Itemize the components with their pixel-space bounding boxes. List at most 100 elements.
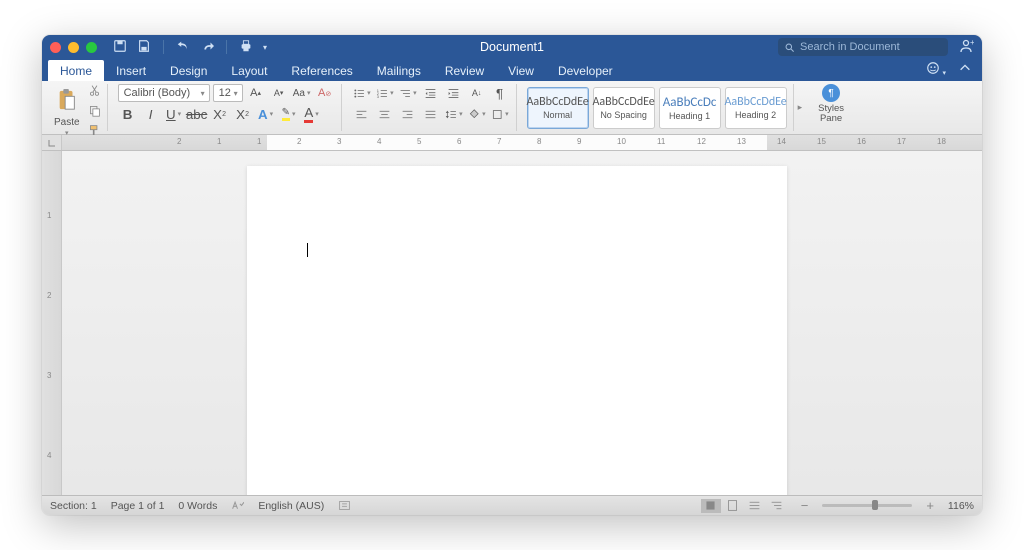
tab-references[interactable]: References — [279, 60, 364, 81]
subscript-button[interactable]: X2 — [210, 105, 230, 123]
paste-icon[interactable] — [56, 87, 78, 116]
clear-formatting-button[interactable]: A⊘ — [315, 84, 335, 102]
spellcheck-icon[interactable] — [231, 499, 244, 512]
word-count[interactable]: 0 Words — [178, 500, 217, 512]
view-buttons — [701, 499, 787, 513]
titlebar: ▾ Document1 Search in Document + — [42, 35, 982, 59]
collapse-ribbon-icon[interactable] — [958, 61, 972, 78]
align-right-button[interactable] — [398, 105, 418, 123]
line-spacing-button[interactable] — [444, 105, 464, 123]
zoom-out-button[interactable]: − — [801, 498, 809, 513]
minimize-window-button[interactable] — [68, 42, 79, 53]
paragraph-group: 123 A↓ ¶ — [346, 84, 517, 131]
ribbon: Paste ▾ Calibri (Body) 12 A▴ A▾ Aa — [42, 81, 982, 135]
search-placeholder: Search in Document — [800, 41, 900, 53]
page[interactable] — [247, 166, 787, 495]
tab-insert[interactable]: Insert — [104, 60, 158, 81]
language-indicator[interactable]: English (AUS) — [258, 500, 324, 512]
justify-button[interactable] — [421, 105, 441, 123]
change-case-button[interactable]: Aa — [292, 84, 312, 102]
font-name-select[interactable]: Calibri (Body) — [118, 84, 210, 102]
tab-review[interactable]: Review — [433, 60, 496, 81]
increase-indent-button[interactable] — [444, 84, 464, 102]
autosave-icon[interactable] — [113, 39, 127, 56]
pilcrow-icon: ¶ — [822, 84, 840, 102]
bullets-button[interactable] — [352, 84, 372, 102]
styles-pane-group: ¶ Styles Pane — [810, 84, 852, 131]
shrink-font-button[interactable]: A▾ — [269, 84, 289, 102]
outline-view-icon[interactable] — [767, 499, 787, 513]
cut-icon[interactable] — [88, 84, 101, 100]
zoom-percentage[interactable]: 116% — [948, 500, 974, 512]
copy-icon[interactable] — [88, 104, 101, 120]
underline-button[interactable]: U — [164, 105, 184, 123]
borders-button[interactable] — [490, 105, 510, 123]
accessibility-icon[interactable] — [338, 499, 351, 512]
window-controls — [50, 42, 97, 53]
bold-button[interactable]: B — [118, 105, 138, 123]
font-color-button[interactable]: A — [302, 105, 322, 123]
highlight-button[interactable]: ✎ — [279, 105, 299, 123]
numbering-button[interactable]: 123 — [375, 84, 395, 102]
style-normal[interactable]: AaBbCcDdEeNormal — [527, 87, 589, 129]
horizontal-ruler[interactable]: 21123456789101112131415161718 — [42, 135, 982, 151]
tab-layout[interactable]: Layout — [219, 60, 279, 81]
grow-font-button[interactable]: A▴ — [246, 84, 266, 102]
show-marks-button[interactable]: ¶ — [490, 84, 510, 102]
clipboard-group: Paste ▾ — [48, 84, 108, 131]
tab-home[interactable]: Home — [48, 60, 104, 81]
style-heading-2[interactable]: AaBbCcDdEeHeading 2 — [725, 87, 787, 129]
svg-text:+: + — [970, 38, 974, 47]
statusbar: Section: 1 Page 1 of 1 0 Words English (… — [42, 495, 982, 515]
qat-dropdown-icon[interactable]: ▾ — [263, 43, 267, 52]
section-indicator[interactable]: Section: 1 — [50, 500, 97, 512]
vertical-ruler[interactable]: 1234 — [42, 151, 62, 495]
close-window-button[interactable] — [50, 42, 61, 53]
save-icon[interactable] — [137, 39, 151, 56]
zoom-in-button[interactable]: + — [926, 498, 934, 513]
focus-view-icon[interactable] — [701, 499, 721, 513]
tab-developer[interactable]: Developer — [546, 60, 625, 81]
undo-icon[interactable] — [176, 39, 190, 56]
word-window: ▾ Document1 Search in Document + HomeIns… — [42, 35, 982, 515]
style-no-spacing[interactable]: AaBbCcDdEeNo Spacing — [593, 87, 655, 129]
font-size-select[interactable]: 12 — [213, 84, 243, 102]
styles-more-icon[interactable]: ▸ — [798, 102, 803, 113]
tab-design[interactable]: Design — [158, 60, 219, 81]
document-area: 1234 — [42, 151, 982, 495]
separator — [163, 40, 164, 54]
tab-mailings[interactable]: Mailings — [365, 60, 433, 81]
multilevel-list-button[interactable] — [398, 84, 418, 102]
document-viewport[interactable] — [62, 151, 982, 495]
align-center-button[interactable] — [375, 105, 395, 123]
font-group: Calibri (Body) 12 A▴ A▾ Aa A⊘ B I U abc … — [112, 84, 342, 131]
align-left-button[interactable] — [352, 105, 372, 123]
zoom-slider[interactable] — [822, 504, 912, 507]
web-layout-icon[interactable] — [745, 499, 765, 513]
text-effects-button[interactable]: A — [256, 105, 276, 123]
tab-view[interactable]: View — [496, 60, 546, 81]
quick-access-toolbar: ▾ — [113, 39, 267, 56]
search-input[interactable]: Search in Document — [778, 38, 948, 56]
share-icon[interactable]: + — [958, 38, 974, 57]
strikethrough-button[interactable]: abc — [187, 105, 207, 123]
tab-selector[interactable] — [42, 135, 62, 150]
shading-button[interactable] — [467, 105, 487, 123]
redo-icon[interactable] — [200, 39, 214, 56]
document-title: Document1 — [480, 40, 544, 54]
style-heading-1[interactable]: AaBbCcDcHeading 1 — [659, 87, 721, 129]
ribbon-tabs: HomeInsertDesignLayoutReferencesMailings… — [42, 59, 982, 81]
page-indicator[interactable]: Page 1 of 1 — [111, 500, 165, 512]
print-layout-icon[interactable] — [723, 499, 743, 513]
text-cursor — [307, 243, 308, 257]
italic-button[interactable]: I — [141, 105, 161, 123]
paste-button[interactable]: Paste — [54, 117, 80, 128]
print-icon[interactable] — [239, 39, 253, 56]
styles-group: AaBbCcDdEeNormalAaBbCcDdEeNo SpacingAaBb… — [521, 84, 794, 131]
decrease-indent-button[interactable] — [421, 84, 441, 102]
feedback-icon[interactable]: ▾ — [926, 61, 946, 78]
styles-pane-button[interactable]: ¶ Styles Pane — [816, 84, 846, 125]
sort-button[interactable]: A↓ — [467, 84, 487, 102]
maximize-window-button[interactable] — [86, 42, 97, 53]
superscript-button[interactable]: X2 — [233, 105, 253, 123]
